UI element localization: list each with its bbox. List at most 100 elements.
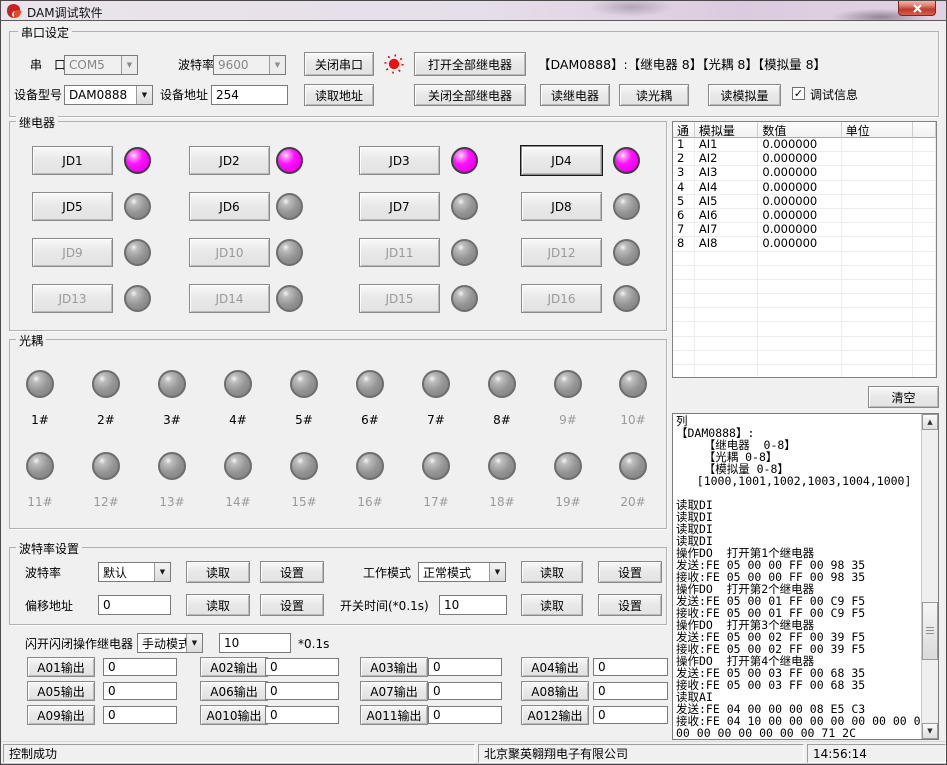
- debug-info-checkbox[interactable]: ✓: [792, 87, 805, 100]
- baud-setting-select[interactable]: 默认 ▼: [98, 562, 171, 582]
- output-button-a012输出[interactable]: A012输出: [521, 705, 589, 725]
- read-relay-button[interactable]: 读继电器: [540, 84, 610, 106]
- output-button-a02输出[interactable]: A02输出: [200, 657, 268, 677]
- output-value-a05输出[interactable]: 0: [103, 682, 177, 700]
- table-row[interactable]: [673, 252, 936, 266]
- relay-button-jd11[interactable]: JD11: [359, 238, 440, 267]
- table-row[interactable]: 5AI50.000000: [673, 195, 936, 209]
- output-value-a07输出[interactable]: 0: [428, 682, 502, 700]
- table-cell: [913, 138, 936, 152]
- relay-button-jd14[interactable]: JD14: [189, 284, 270, 313]
- close-all-relays-button[interactable]: 关闭全部继电器: [414, 84, 526, 106]
- open-all-relays-button[interactable]: 打开全部继电器: [414, 52, 526, 76]
- baud-set-button[interactable]: 设置: [260, 561, 324, 583]
- scroll-down-icon[interactable]: ▼: [922, 723, 938, 739]
- opto-led-18: [488, 452, 516, 480]
- work-mode-set-button[interactable]: 设置: [598, 561, 662, 583]
- relay-button-jd6[interactable]: JD6: [189, 192, 270, 221]
- table-row[interactable]: 3AI30.000000: [673, 166, 936, 180]
- output-button-a010输出[interactable]: A010输出: [200, 705, 268, 725]
- flash-time-input[interactable]: 10: [219, 633, 291, 653]
- relay-button-jd8[interactable]: JD8: [521, 192, 602, 221]
- table-row[interactable]: [673, 337, 936, 351]
- analog-table[interactable]: 通模拟量数值单位1AI10.0000002AI20.0000003AI30.00…: [672, 121, 937, 378]
- relay-button-jd16[interactable]: JD16: [521, 284, 602, 313]
- output-value-a04输出[interactable]: 0: [593, 658, 668, 676]
- output-value-a02输出[interactable]: 0: [265, 658, 339, 676]
- table-row[interactable]: 4AI40.000000: [673, 181, 936, 195]
- output-value-a010输出[interactable]: 0: [265, 706, 339, 724]
- table-row[interactable]: [673, 322, 936, 336]
- output-value-a08输出[interactable]: 0: [593, 682, 668, 700]
- work-mode-select[interactable]: 正常模式 ▼: [418, 562, 506, 582]
- offset-address-input[interactable]: 0: [98, 595, 171, 615]
- offset-read-button[interactable]: 读取: [186, 594, 250, 616]
- table-header-extra[interactable]: [913, 122, 936, 138]
- close-button[interactable]: [898, 1, 936, 16]
- output-value-a06输出[interactable]: 0: [265, 682, 339, 700]
- output-value-a01输出[interactable]: 0: [103, 658, 177, 676]
- switch-time-read-button[interactable]: 读取: [521, 594, 583, 616]
- output-button-a09输出[interactable]: A09输出: [27, 705, 95, 725]
- output-button-a05输出[interactable]: A05输出: [27, 681, 95, 701]
- table-row[interactable]: 1AI10.000000: [673, 138, 936, 152]
- relay-button-jd15[interactable]: JD15: [359, 284, 440, 313]
- switch-time-set-button[interactable]: 设置: [598, 594, 662, 616]
- table-header-数值[interactable]: 数值: [758, 122, 841, 138]
- switch-time-input[interactable]: 10: [439, 595, 507, 615]
- relay-button-jd3[interactable]: JD3: [359, 146, 440, 175]
- device-address-input[interactable]: 254: [211, 85, 288, 105]
- output-button-a06输出[interactable]: A06输出: [200, 681, 268, 701]
- relay-button-jd10[interactable]: JD10: [189, 238, 270, 267]
- read-address-button[interactable]: 读取地址: [304, 84, 374, 106]
- output-value-a012输出[interactable]: 0: [593, 706, 668, 724]
- relay-button-jd9[interactable]: JD9: [32, 238, 113, 267]
- baud-rate-select[interactable]: 9600 ▼: [213, 55, 286, 75]
- relay-button-jd4[interactable]: JD4: [521, 146, 602, 175]
- output-button-a07输出[interactable]: A07输出: [360, 681, 428, 701]
- read-opto-button[interactable]: 读光耦: [619, 84, 689, 106]
- offset-set-button[interactable]: 设置: [260, 594, 324, 616]
- scroll-up-icon[interactable]: ▲: [922, 414, 938, 430]
- output-button-a01输出[interactable]: A01输出: [27, 657, 95, 677]
- relay-led-jd3: [451, 147, 478, 174]
- table-row[interactable]: [673, 365, 936, 378]
- relay-button-jd1[interactable]: JD1: [32, 146, 113, 175]
- log-scrollbar[interactable]: ▲ ▼: [921, 414, 938, 739]
- relay-button-jd5[interactable]: JD5: [32, 192, 113, 221]
- table-row[interactable]: 2AI20.000000: [673, 152, 936, 166]
- device-model-select[interactable]: DAM0888 ▼: [64, 85, 153, 105]
- flash-mode-select[interactable]: 手动模式 ▼: [137, 633, 203, 653]
- output-button-a011输出[interactable]: A011输出: [360, 705, 428, 725]
- table-row[interactable]: [673, 266, 936, 280]
- clear-log-button[interactable]: 清空: [868, 386, 939, 408]
- output-value-a011输出[interactable]: 0: [428, 706, 502, 724]
- baud-read-button[interactable]: 读取: [186, 561, 250, 583]
- table-header-通[interactable]: 通: [673, 122, 695, 138]
- output-button-a04输出[interactable]: A04输出: [521, 657, 589, 677]
- output-value-a03输出[interactable]: 0: [428, 658, 502, 676]
- relay-button-jd7[interactable]: JD7: [359, 192, 440, 221]
- table-row[interactable]: 6AI60.000000: [673, 209, 936, 223]
- com-port-select[interactable]: COM5 ▼: [64, 55, 138, 75]
- table-row[interactable]: 7AI70.000000: [673, 223, 936, 237]
- output-value-a09输出[interactable]: 0: [103, 706, 177, 724]
- output-button-a08输出[interactable]: A08输出: [521, 681, 589, 701]
- work-mode-read-button[interactable]: 读取: [521, 561, 583, 583]
- relay-button-jd2[interactable]: JD2: [189, 146, 270, 175]
- table-header-模拟量[interactable]: 模拟量: [695, 122, 759, 138]
- close-serial-button[interactable]: 关闭串口: [304, 52, 374, 76]
- scrollbar-thumb[interactable]: [922, 602, 938, 660]
- log-panel[interactable]: 列 【DAM0888】: 【继电器 0-8】 【光耦 0-8】 【模拟量 0-8…: [672, 413, 939, 740]
- output-button-a03输出[interactable]: A03输出: [360, 657, 428, 677]
- table-row[interactable]: [673, 280, 936, 294]
- table-row[interactable]: [673, 294, 936, 308]
- table-row[interactable]: [673, 351, 936, 365]
- table-row[interactable]: [673, 308, 936, 322]
- table-header-单位[interactable]: 单位: [842, 122, 913, 138]
- relay-button-jd13[interactable]: JD13: [32, 284, 113, 313]
- relay-button-jd12[interactable]: JD12: [521, 238, 602, 267]
- table-row[interactable]: 8AI80.000000: [673, 237, 936, 251]
- read-analog-button[interactable]: 读模拟量: [708, 84, 781, 106]
- baud-settings-title: 波特率设置: [16, 540, 82, 557]
